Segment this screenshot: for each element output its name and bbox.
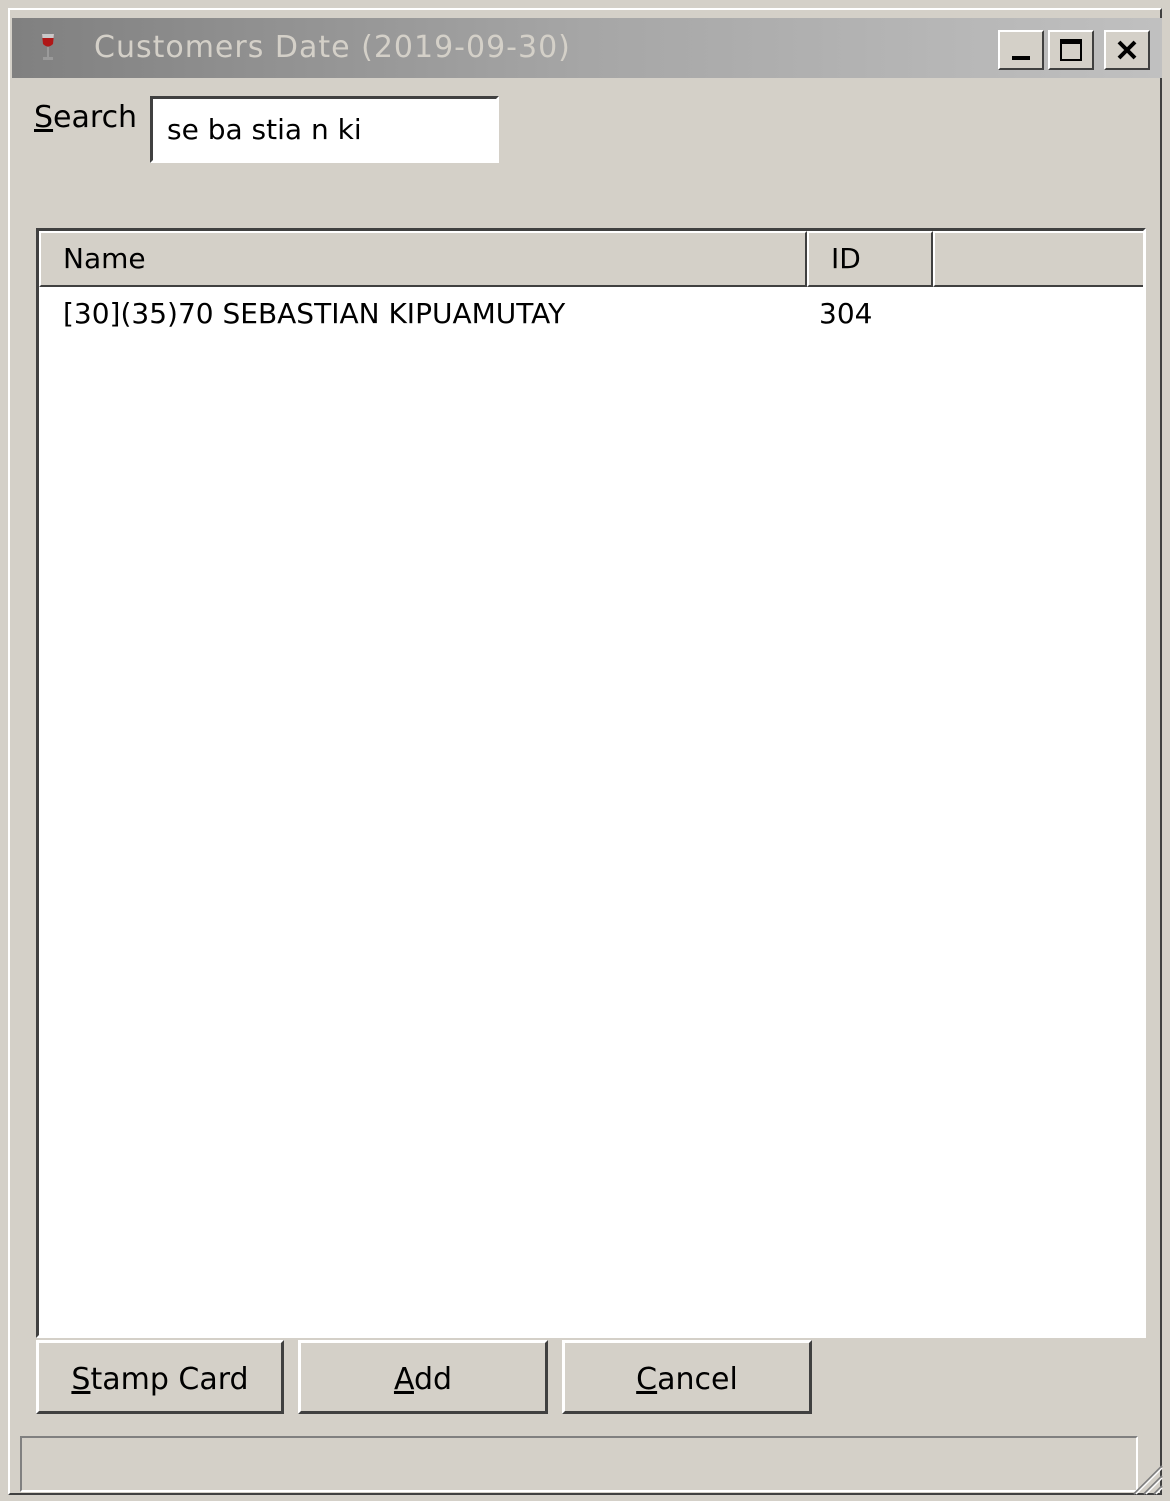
search-label: Search xyxy=(34,100,137,135)
close-icon xyxy=(1117,40,1137,60)
stamp-card-button[interactable]: Stamp Card xyxy=(36,1340,284,1414)
customers-table[interactable]: Name ID [30](35)70 SEBASTIAN KIPUAMUTAY … xyxy=(36,228,1146,1338)
column-header-id[interactable]: ID xyxy=(807,231,933,287)
column-header-empty xyxy=(933,231,1143,287)
maximize-button[interactable] xyxy=(1048,30,1094,70)
add-button[interactable]: Add xyxy=(298,1340,548,1414)
resize-grip-icon[interactable] xyxy=(1124,1456,1164,1496)
row-id-cell: 304 xyxy=(819,297,873,330)
minimize-button[interactable] xyxy=(998,30,1044,70)
add-label: Add xyxy=(393,1361,453,1397)
search-input[interactable] xyxy=(150,96,499,163)
search-label-text: Search xyxy=(34,100,138,135)
minimize-icon xyxy=(1012,56,1030,60)
close-button[interactable] xyxy=(1104,30,1150,70)
window-title: Customers Date (2019-09-30) xyxy=(94,30,571,65)
status-bar xyxy=(20,1436,1138,1492)
row-name-cell: [30](35)70 SEBASTIAN KIPUAMUTAY xyxy=(63,297,566,330)
maximize-icon xyxy=(1060,39,1082,61)
column-header-name[interactable]: Name xyxy=(39,231,807,287)
stamp-card-label: Stamp Card xyxy=(71,1361,249,1397)
wine-glass-icon xyxy=(42,34,54,60)
title-bar[interactable]: Customers Date (2019-09-30) xyxy=(12,18,1162,78)
cancel-label: Cancel xyxy=(636,1361,738,1397)
table-row[interactable]: [30](35)70 SEBASTIAN KIPUAMUTAY 304 xyxy=(39,289,1143,339)
cancel-button[interactable]: Cancel xyxy=(562,1340,812,1414)
table-header: Name ID xyxy=(39,231,1143,287)
